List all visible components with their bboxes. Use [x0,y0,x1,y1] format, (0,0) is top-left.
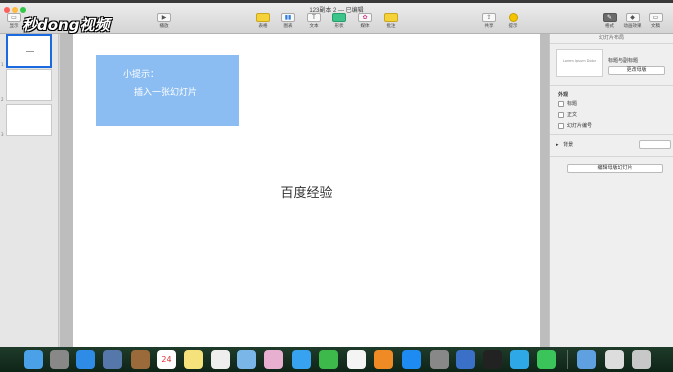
slide-number-checkbox[interactable] [558,122,564,129]
watermark-logo: 秒dong视频 [22,16,110,34]
media-icon: ✿ [358,13,372,22]
disclosure-triangle-icon: ▸ [556,142,559,148]
messages-icon[interactable] [292,350,311,369]
photo-app-icon[interactable] [103,350,122,369]
maps-icon[interactable] [237,350,256,369]
downloads-stack-icon[interactable] [605,350,624,369]
document-tab[interactable]: ▭ 文稿 [644,13,667,33]
table-icon [256,13,270,22]
chart-button[interactable]: ▮▮ 图表 [276,13,300,33]
body-checkbox[interactable] [558,111,564,118]
background-disclosure[interactable]: ▸ 背景 [556,141,573,148]
video-app-icon[interactable] [510,350,529,369]
title-checkbox[interactable] [558,100,564,107]
slide-number: 2 [1,97,4,102]
photos-icon[interactable] [264,350,283,369]
title-checkbox-row[interactable]: 标题 [558,100,577,107]
appearance-label: 外观 [558,92,569,98]
background-color-well[interactable] [639,140,671,149]
slide-navigator: 1 2 3 [0,34,59,347]
document-icon: ▭ [648,13,663,22]
chart-icon: ▮▮ [281,13,295,22]
shape-icon [332,13,346,22]
edit-master-slide-button[interactable]: 编辑母版幻灯片 [567,164,663,173]
finder-icon[interactable] [24,350,43,369]
shape-button[interactable]: 形状 [327,13,351,33]
notes-icon[interactable] [184,350,203,369]
tip-title: 小提示： [123,70,160,80]
slide-thumbnail-1[interactable] [6,34,52,68]
trash-icon[interactable] [632,350,651,369]
system-preferences-icon[interactable] [430,350,449,369]
body-checkbox-row[interactable]: 正文 [558,111,577,118]
text-button[interactable]: T 文本 [302,13,326,33]
change-master-button[interactable]: 更改母版 [608,66,665,75]
reminders-icon[interactable] [211,350,230,369]
slide-number: 1 [1,62,4,67]
format-tab[interactable]: ✎ 格式 [598,13,621,33]
inspector-header: 幻灯片布局 [598,35,624,41]
play-icon: ▶ [157,13,171,22]
books-icon[interactable] [374,350,393,369]
lightbulb-icon [508,13,518,22]
share-icon: ⇪ [482,13,496,22]
facetime-icon[interactable] [319,350,338,369]
tips-button[interactable]: 提示 [501,13,525,33]
layout-thumbnail[interactable]: Lorem Ipsum Dolor [556,49,603,77]
keynote-icon[interactable] [456,350,475,369]
table-button[interactable]: 表格 [251,13,275,33]
text-icon: T [307,13,321,22]
media-button[interactable]: ✿ 媒体 [353,13,377,33]
slide-thumbnail-2[interactable] [6,69,52,101]
launchpad-icon[interactable] [50,350,69,369]
calendar-icon[interactable]: 24 [157,350,176,369]
play-button[interactable]: ▶ 播放 [152,13,176,33]
numbers-icon[interactable] [537,350,556,369]
format-inspector: 幻灯片布局 Lorem Ipsum Dolor 标题与副标题 更改母版 外观 标… [549,34,673,347]
inspector-segmented-control: ✎ 格式 ◆ 动画效果 ▭ 文稿 [598,13,670,33]
safari-icon[interactable] [76,350,95,369]
music-icon[interactable] [347,350,366,369]
slide-number: 3 [1,132,4,137]
share-button[interactable]: ⇪ 共享 [477,13,501,33]
tip-body: 插入一张幻灯片 [134,88,198,98]
screen: 123副本 2 — 已编辑 ▭ 显示 ▶ 播放 表格 ▮▮ 图表 T 文本 形状… [0,0,673,372]
comment-icon [384,13,398,22]
paintbrush-icon: ✎ [602,13,617,22]
app-store-icon[interactable] [402,350,421,369]
animate-icon: ◆ [625,13,640,22]
comment-button[interactable]: 批注 [379,13,403,33]
contacts-icon[interactable] [131,350,150,369]
layout-name: 标题与副标题 [608,58,639,64]
qq-icon[interactable] [483,350,502,369]
dock: 24 [0,347,673,372]
slide[interactable]: 小提示： 插入一张幻灯片 百度经验 [73,34,540,347]
slide-title[interactable]: 百度经验 [73,182,540,201]
animate-tab[interactable]: ◆ 动画效果 [621,13,644,33]
folder-icon[interactable] [577,350,596,369]
slide-thumbnail-3[interactable] [6,104,52,136]
view-icon: ▭ [7,13,21,22]
slide-number-checkbox-row[interactable]: 幻灯片编号 [558,122,592,129]
tip-box[interactable]: 小提示： 插入一张幻灯片 [96,55,239,126]
